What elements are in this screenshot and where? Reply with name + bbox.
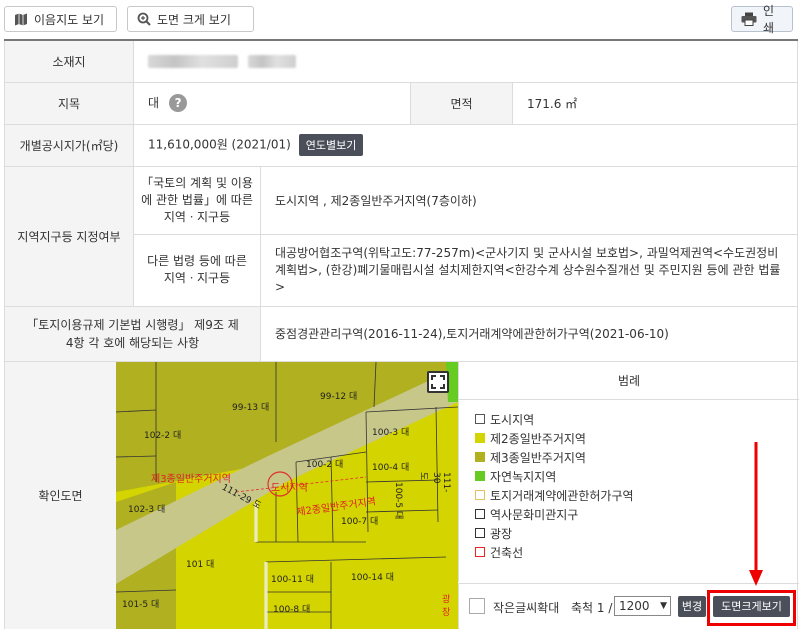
toolbar: 이음지도 보기 도면 크게 보기 인쇄 [0, 0, 800, 38]
map-parcel-label: 101 대 [186, 559, 215, 570]
legend-swatch [475, 528, 485, 538]
chevron-down-icon: ▼ [660, 600, 667, 611]
map-parcel-label: 100-2 대 [306, 459, 344, 470]
map-parcel-label: 100-14 대 [351, 572, 395, 583]
highlight-box [707, 589, 796, 626]
land-info-table: 소재지 지목 대? 면적 171.6 ㎡ 개별공시지가(㎡당) 11,610,0… [3, 39, 799, 629]
map-parcel-label: 100-11 대 [271, 574, 315, 585]
price-year-button[interactable]: 연도별보기 [298, 134, 364, 156]
map-zone3-label: 제3종일반주거지역 [151, 473, 231, 485]
map-parcel-label: 100-5 대 [393, 481, 403, 519]
redacted-address [148, 55, 238, 69]
map-parcel-label: 101-5 대 [122, 599, 160, 610]
zone-sub2-label: 다른 법령 등에 따른 지역ㆍ지구등 [133, 233, 261, 307]
price-cell: 11,610,000원 (2021/01) 연도별보기 [132, 123, 799, 167]
legend-item-label: 건축선 [490, 545, 524, 560]
map-label-cell: 확인도면 [5, 361, 116, 629]
land-category-value: 대 [148, 95, 160, 110]
map-parcel-label: 100-7 대 [341, 516, 379, 527]
price-label: 개별공시지가(㎡당) [4, 123, 134, 167]
legend-swatch [475, 414, 485, 424]
fullscreen-icon[interactable] [427, 370, 449, 393]
map-parcel-label: 100-8 대 [273, 604, 311, 615]
map-parcel-label: 100-4 대 [372, 462, 410, 473]
map-icon [14, 13, 28, 26]
legend-item-label: 제2종일반주거지역 [490, 431, 586, 446]
scale-change-button[interactable]: 변경 [678, 595, 706, 617]
map-parcel-label: 99-13 대 [232, 402, 270, 413]
map-canvas [116, 361, 458, 629]
legend-swatch [475, 509, 485, 519]
legend-item-label: 역사문화미관지구 [490, 507, 579, 522]
legend-item-label: 도시지역 [490, 412, 535, 427]
zone-sub1-value: 도시지역 , 제2종일반주거지역(7층이하) [259, 165, 799, 235]
zoom-view-label: 도면 크게 보기 [157, 12, 231, 27]
area-value: 171.6 ㎡ [511, 81, 799, 125]
scale-select[interactable]: 1200 ▼ [614, 595, 671, 616]
legend-item-label: 광장 [490, 526, 513, 541]
regulation-value: 중점경관관리구역(2016-11-24),토지거래계약에관한허가구역(2021-… [259, 305, 799, 362]
legend-swatch [475, 452, 485, 462]
large-font-label: 작은글씨확대 [493, 600, 560, 615]
legend-title: 범례 [459, 362, 799, 400]
map-city-label: 도시지역 [271, 482, 308, 494]
area-label: 면적 [410, 81, 513, 125]
zone-sub1-label: 「국토의 계획 및 이용에 관한 법률」에 따른 지역ㆍ지구등 [133, 165, 261, 235]
large-font-checkbox[interactable] [469, 597, 485, 614]
regulation-label: 「토지이용규제 기본법 시행령」 제9조 제4항 각 호에 해당되는 사항 [4, 305, 261, 362]
legend-item-label: 자연녹지지역 [490, 469, 557, 484]
legend-swatch [475, 433, 485, 443]
map-label: 확인도면 [38, 488, 83, 503]
map-corner-label: 광장 [442, 594, 451, 618]
print-button[interactable]: 인쇄 [731, 4, 793, 35]
legend-item-label: 제3종일반주거지역 [490, 450, 586, 465]
print-label: 인쇄 [763, 4, 775, 35]
search-icon [137, 12, 151, 26]
legend-item: 도시지역 [475, 410, 799, 429]
map-section: 확인도면 99-13 대 99-12 대 102-2 대 100-3 대 100… [5, 361, 799, 629]
map-parcel-label: 99-12 대 [320, 391, 358, 402]
land-category-label: 지목 [4, 81, 134, 125]
land-category-cell: 대? [133, 81, 411, 125]
scale-value: 1200 [619, 598, 650, 613]
map-parcel-label: 102-3 대 [128, 504, 166, 515]
location-value [132, 39, 799, 83]
map-row: 확인도면 99-13 대 99-12 대 102-2 대 100-3 대 100… [3, 360, 799, 629]
zoom-view-button[interactable]: 도면 크게 보기 [127, 6, 254, 32]
map-parcel-label: 102-2 대 [144, 430, 182, 441]
scale-label: 축척 1 / [571, 600, 613, 615]
printer-icon [741, 12, 757, 26]
help-icon[interactable]: ? [169, 94, 188, 113]
map-road-label: 111-30 도 [418, 471, 451, 492]
map-view-label: 이음지도 보기 [34, 12, 105, 27]
map-view-button[interactable]: 이음지도 보기 [4, 6, 117, 32]
legend-swatch [475, 490, 485, 500]
legend-swatch [475, 547, 485, 557]
redacted-address-number [247, 55, 296, 69]
legend-swatch [475, 471, 485, 481]
map-parcel-label: 100-3 대 [372, 427, 410, 438]
price-value: 11,610,000원 (2021/01) [148, 137, 291, 152]
land-use-map[interactable]: 99-13 대 99-12 대 102-2 대 100-3 대 100-2 대 … [116, 361, 458, 629]
legend-item-label: 토지거래계약에관한허가구역 [490, 488, 634, 503]
zone-label: 지역지구등 지정여부 [4, 165, 134, 307]
zone-sub2-value: 대공방어협조구역(위탁고도:77-257m)<군사기지 및 군사시설 보호법>,… [259, 233, 799, 307]
red-arrow-icon [749, 441, 763, 586]
location-label: 소재지 [4, 39, 134, 83]
